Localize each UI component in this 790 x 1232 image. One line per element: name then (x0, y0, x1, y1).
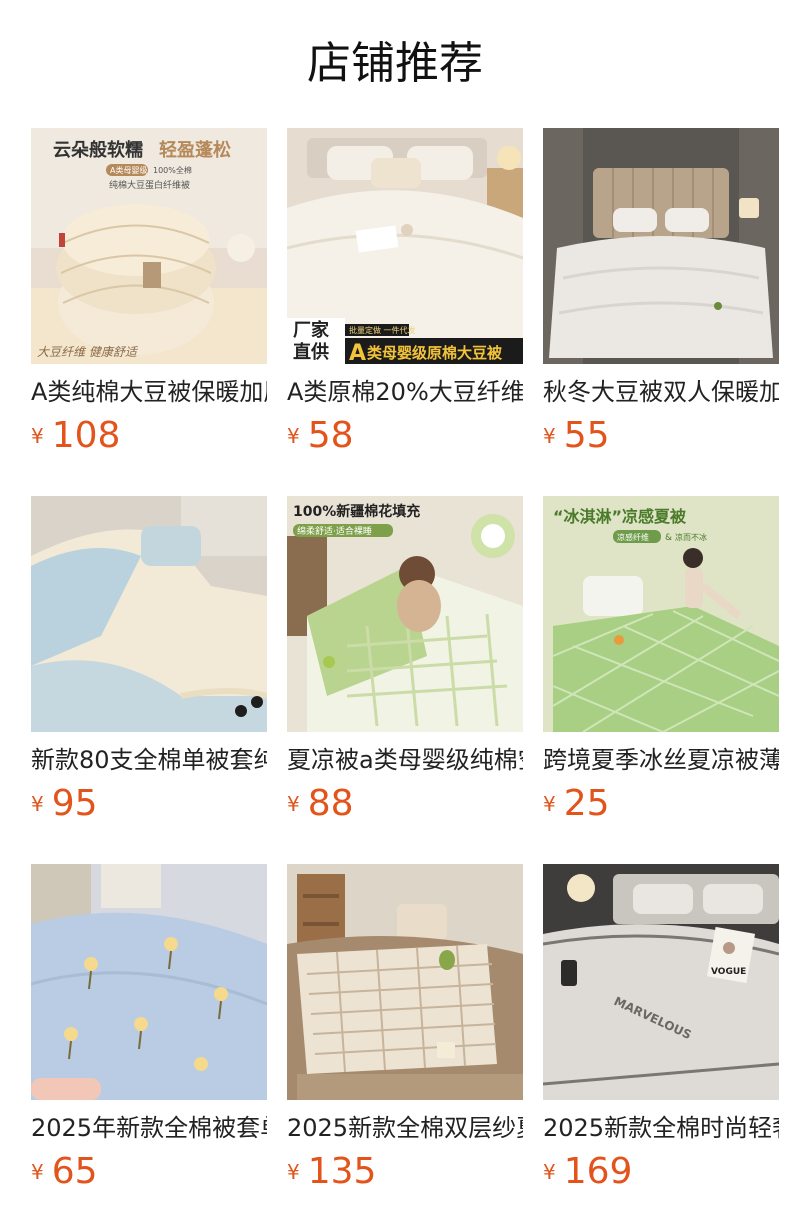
price-value: 135 (307, 1151, 377, 1192)
product-card[interactable]: MARVELOUS VOGUE 2025新款全棉时尚轻奢被套 ¥169 (543, 864, 779, 1194)
overlay-badge: A类母婴级 (110, 165, 147, 175)
currency-symbol: ¥ (543, 792, 556, 816)
product-card[interactable]: 厂家 直供 批量定做 一件代发 A 类母婴级原棉大豆被 A类原棉20%大豆纤维被… (287, 128, 523, 458)
overlay-badge: 凉而不冰 (675, 532, 707, 542)
product-image[interactable] (287, 864, 523, 1100)
product-card[interactable]: 新款80支全棉单被套纯棉 ¥95 (31, 496, 267, 826)
overlay-tag: 批量定做 一件代发 (349, 325, 416, 335)
product-name[interactable]: 秋冬大豆被双人保暖加厚 (543, 376, 779, 408)
overlay-badge-sep: & (665, 533, 672, 543)
overlay-subline: 纯棉大豆蛋白纤维被 (109, 179, 190, 191)
section-title: 店铺推荐 (307, 38, 483, 89)
product-price: ¥169 (543, 1150, 632, 1194)
currency-symbol: ¥ (287, 424, 300, 448)
currency-symbol: ¥ (31, 424, 44, 448)
overlay-magazine: VOGUE (711, 967, 746, 977)
product-name[interactable]: 夏凉被a类母婴级纯棉空调被 (287, 744, 523, 776)
overlay-headline-accent: 轻盈蓬松 (159, 139, 231, 161)
product-price: ¥65 (31, 1150, 98, 1194)
product-price: ¥25 (543, 782, 610, 826)
price-value: 65 (51, 1151, 98, 1192)
product-image[interactable] (543, 128, 779, 364)
currency-symbol: ¥ (287, 792, 300, 816)
product-card[interactable]: 2025新款全棉双层纱夏凉被 ¥135 (287, 864, 523, 1194)
product-price: ¥135 (287, 1150, 376, 1194)
overlay-badge: 绵柔舒适·适合裸睡 (297, 525, 372, 537)
currency-symbol: ¥ (543, 424, 556, 448)
product-price: ¥58 (287, 414, 354, 458)
product-name[interactable]: 2025新款全棉双层纱夏凉被 (287, 1112, 523, 1144)
product-name[interactable]: A类纯棉大豆被保暖加厚 (31, 376, 267, 408)
currency-symbol: ¥ (287, 1160, 300, 1184)
currency-symbol: ¥ (543, 1160, 556, 1184)
product-name[interactable]: A类原棉20%大豆纤维被 (287, 376, 523, 408)
overlay-corner: 直供 (293, 341, 329, 363)
product-card[interactable]: 秋冬大豆被双人保暖加厚 ¥55 (543, 128, 779, 458)
overlay-headline: 100%新疆棉花填充 (293, 503, 420, 520)
product-card[interactable]: “冰淇淋”凉感夏被 凉感纤维 & 凉而不冰 跨境夏季冰丝夏凉被薄款 ¥25 (543, 496, 779, 826)
overlay-corner: 厂家 (293, 319, 330, 341)
product-image[interactable]: 云朵般软糯 轻盈蓬松 A类母婴级 100%全棉 纯棉大豆蛋白纤维被 大豆纤维 健… (31, 128, 267, 364)
product-price: ¥55 (543, 414, 610, 458)
product-price: ¥108 (31, 414, 120, 458)
price-value: 169 (563, 1151, 633, 1192)
product-name[interactable]: 2025年新款全棉被套单件 (31, 1112, 267, 1144)
product-image[interactable]: “冰淇淋”凉感夏被 凉感纤维 & 凉而不冰 (543, 496, 779, 732)
currency-symbol: ¥ (31, 1160, 44, 1184)
product-name[interactable]: 跨境夏季冰丝夏凉被薄款 (543, 744, 779, 776)
overlay-footer: 大豆纤维 健康舒适 (37, 345, 139, 359)
overlay-badge: 100%全棉 (153, 165, 192, 175)
product-image[interactable] (31, 864, 267, 1100)
price-value: 88 (307, 783, 354, 824)
price-value: 95 (51, 783, 98, 824)
overlay-badge: 凉感纤维 (617, 532, 649, 542)
product-price: ¥88 (287, 782, 354, 826)
price-value: 25 (563, 783, 610, 824)
product-image[interactable]: MARVELOUS VOGUE (543, 864, 779, 1100)
product-card[interactable]: 100%新疆棉花填充 绵柔舒适·适合裸睡 夏凉被a类母婴级纯棉空调被 ¥88 (287, 496, 523, 826)
price-value: 58 (307, 415, 354, 456)
product-card[interactable]: 云朵般软糯 轻盈蓬松 A类母婴级 100%全棉 纯棉大豆蛋白纤维被 大豆纤维 健… (31, 128, 267, 458)
overlay-banner-letter: A (349, 341, 366, 364)
product-name[interactable]: 新款80支全棉单被套纯棉 (31, 744, 267, 776)
product-name[interactable]: 2025新款全棉时尚轻奢被套 (543, 1112, 779, 1144)
overlay-headline: “冰淇淋”凉感夏被 (553, 507, 687, 526)
product-card[interactable]: 2025年新款全棉被套单件 ¥65 (31, 864, 267, 1194)
price-value: 55 (563, 415, 610, 456)
product-image[interactable]: 100%新疆棉花填充 绵柔舒适·适合裸睡 (287, 496, 523, 732)
overlay-banner: 类母婴级原棉大豆被 (367, 344, 503, 362)
product-image[interactable]: 厂家 直供 批量定做 一件代发 A 类母婴级原棉大豆被 (287, 128, 523, 364)
price-value: 108 (51, 415, 121, 456)
currency-symbol: ¥ (31, 792, 44, 816)
product-image[interactable] (31, 496, 267, 732)
overlay-headline: 云朵般软糯 (53, 139, 143, 161)
product-price: ¥95 (31, 782, 98, 826)
